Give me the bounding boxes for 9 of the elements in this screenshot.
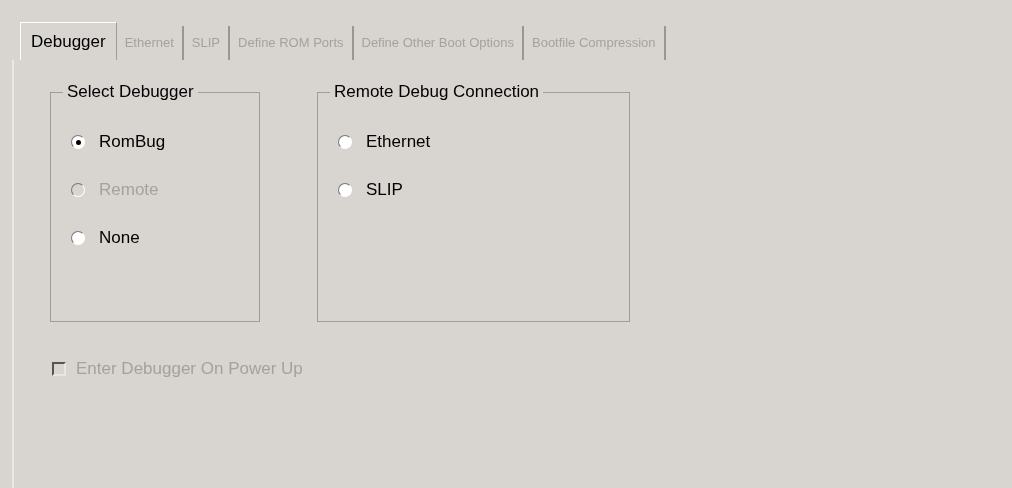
radio-label: SLIP [366, 179, 403, 202]
radio-button[interactable] [71, 231, 85, 245]
tab[interactable]: Debugger [20, 22, 117, 60]
radio-button[interactable] [338, 183, 352, 197]
radio-label: None [99, 227, 140, 250]
radio-label: Ethernet [366, 131, 431, 154]
radio-button[interactable] [71, 135, 85, 149]
radio-button[interactable] [338, 135, 352, 149]
radio-label: RomBug [99, 131, 166, 154]
